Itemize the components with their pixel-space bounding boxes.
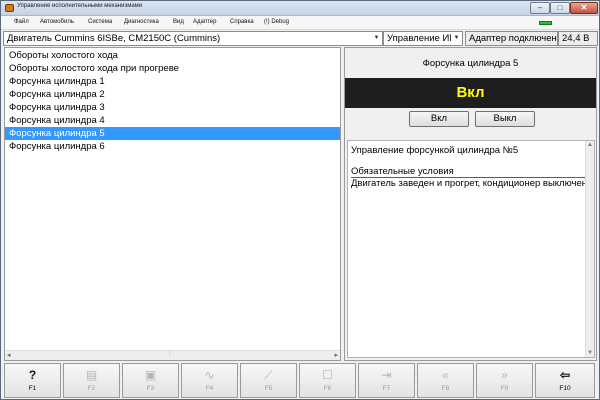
menu-vehicle[interactable]: Автомобиль [40,19,74,25]
engine-select-value: Двигатель Cummins 6ISBe, CM2150C (Cummin… [7,33,221,44]
detail-title: Форсунка цилиндра 5 [422,58,519,69]
fkey-label: F6 [323,385,332,392]
scroll-grip-icon[interactable]: ⦙ [169,351,171,359]
f7-button[interactable]: ⇥ F7 [358,363,415,398]
voltage-readout: 24,4 В [558,31,598,46]
document-icon: ▤ [85,368,98,382]
adapter-led-indicator [539,21,552,25]
list-item[interactable]: Форсунка цилиндра 4 [5,114,340,127]
scroll-right-icon[interactable]: ▸ [334,351,338,359]
list-item[interactable]: Форсунка цилиндра 1 [5,75,340,88]
adapter-status: Адаптер подключен [465,31,558,46]
fkey-label: F4 [205,385,214,392]
list-item[interactable]: Форсунка цилиндра 6 [5,140,340,153]
save-icon: ▣ [144,368,157,382]
minimize-button[interactable]: – [530,2,550,14]
help-icon: ? [28,368,37,382]
f4-button[interactable]: ∿ F4 [181,363,238,398]
fkey-label: F3 [146,385,155,392]
info-heading: Управление форсункой цилиндра №5 [351,145,519,156]
horizontal-scrollbar[interactable]: ◂ ⦙ ▸ [5,350,340,360]
dropdown-arrow-icon[interactable]: ▼ [451,32,462,45]
title-bar: Управление исполнительными механизмами –… [1,1,599,16]
graph-icon: ∿ [204,368,215,382]
back-icon: « [442,368,449,382]
menu-debug[interactable]: (!) Debug [264,19,289,25]
menu-file[interactable]: Файл [14,19,29,25]
close-button[interactable]: ✕ [570,2,598,14]
fkey-label: F7 [382,385,391,392]
f10-exit-button[interactable]: ⇦ F10 [535,363,595,398]
menu-bar: Файл Автомобиль Система Диагностика Вид … [1,16,599,30]
scroll-left-icon[interactable]: ◂ [7,351,11,359]
fkey-label: F9 [500,385,509,392]
menu-diagnostics[interactable]: Диагностика [124,19,159,25]
conditions-title: Обязательные условия [351,166,587,178]
window-title: Управление исполнительными механизмами [17,3,143,9]
f9-button[interactable]: » F9 [476,363,533,398]
info-box: Управление форсункой цилиндра №5 Обязате… [347,140,595,358]
off-button[interactable]: Выкл [475,111,535,127]
menu-help[interactable]: Справка [230,19,254,25]
import-icon: ⇥ [381,368,392,382]
fkey-label: F2 [87,385,96,392]
f6-button[interactable]: ☐ F6 [299,363,356,398]
tool-icon: ⟋ [264,368,273,382]
f3-button[interactable]: ▣ F3 [122,363,179,398]
mode-select-value: Управление ИМ [387,33,458,44]
menu-adapter[interactable]: Адаптер [193,19,216,25]
fkey-label: F5 [264,385,273,392]
actuator-list: Обороты холостого хода Обороты холостого… [4,47,341,361]
app-icon [5,4,14,12]
list-item[interactable]: Форсунка цилиндра 3 [5,101,340,114]
scroll-up-icon[interactable]: ▲ [587,142,593,148]
dropdown-arrow-icon[interactable]: ▼ [371,32,382,45]
f5-button[interactable]: ⟋ F5 [240,363,297,398]
conditions-text: Двигатель заведен и прогрет, кондиционер… [351,178,587,189]
vertical-scrollbar[interactable]: ▲ ▼ [585,141,594,357]
f1-help-button[interactable]: ? F1 [4,363,61,398]
detail-panel: Форсунка цилиндра 5 Вкл Вкл Выкл Управле… [344,47,597,361]
fkey-label: F1 [28,385,37,392]
forward-icon: » [501,368,508,382]
toolbar: Двигатель Cummins 6ISBe, CM2150C (Cummin… [1,30,599,47]
fkey-label: F10 [559,385,571,392]
list-item-selected[interactable]: Форсунка цилиндра 5 [5,127,340,140]
fkey-label: F8 [441,385,450,392]
list-item[interactable]: Обороты холостого хода при прогреве [5,62,340,75]
list-item[interactable]: Обороты холостого хода [5,49,340,62]
scroll-down-icon[interactable]: ▼ [587,350,593,356]
engine-select[interactable]: Двигатель Cummins 6ISBe, CM2150C (Cummin… [3,31,383,46]
maximize-button[interactable]: □ [550,2,570,14]
main-window: Управление исполнительными механизмами –… [0,0,600,400]
exit-icon: ⇦ [559,368,571,382]
on-button[interactable]: Вкл [409,111,469,127]
f2-button[interactable]: ▤ F2 [63,363,120,398]
f8-button[interactable]: « F8 [417,363,474,398]
list-item[interactable]: Форсунка цилиндра 2 [5,88,340,101]
menu-system[interactable]: Система [88,19,112,25]
state-indicator: Вкл [345,78,596,108]
function-key-bar: ? F1 ▤ F2 ▣ F3 ∿ F4 ⟋ F5 ☐ F6 ⇥ F7 « F8 [4,363,598,398]
menu-view[interactable]: Вид [173,19,184,25]
checkbox-icon: ☐ [322,368,333,382]
mode-select[interactable]: Управление ИМ ▼ [383,31,463,46]
